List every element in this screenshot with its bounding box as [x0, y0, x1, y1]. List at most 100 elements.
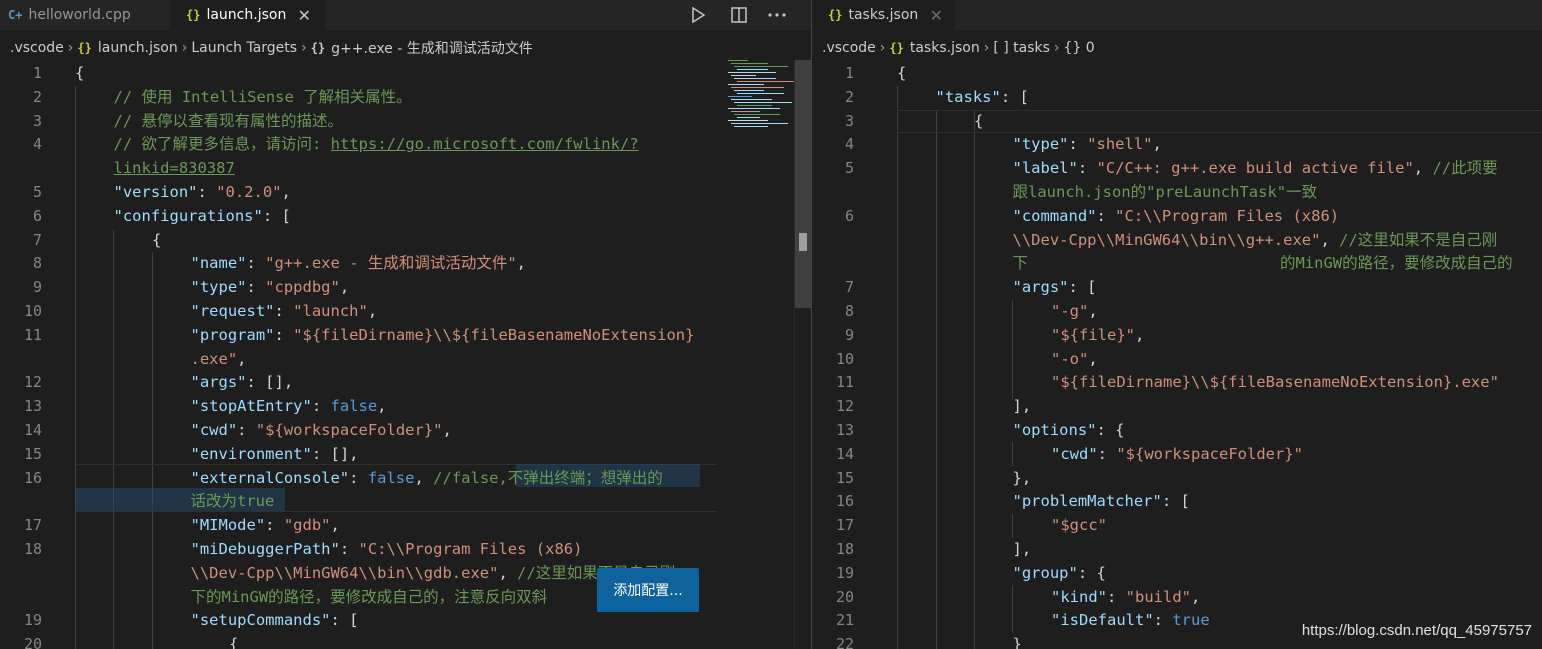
- code-token: //此项要: [1432, 159, 1498, 178]
- code-token: {: [974, 111, 984, 130]
- minimap-line: [728, 72, 776, 73]
- code-token: "type": [1012, 135, 1069, 154]
- minimap[interactable]: [724, 60, 796, 130]
- indent-guide: [1012, 585, 1013, 633]
- code-line: "MIMode": "gdb",: [191, 514, 340, 538]
- chevron-right-icon: ›: [1053, 40, 1060, 56]
- code-token: :: [1097, 444, 1117, 463]
- close-tab-icon[interactable]: ✕: [928, 6, 944, 25]
- code-token: "type": [190, 278, 247, 297]
- code-line: {: [897, 62, 906, 86]
- code-line: "${file}",: [1051, 324, 1144, 348]
- code-token: ,: [237, 349, 247, 368]
- code-token: :: [237, 421, 256, 439]
- code-token: "options": [1012, 421, 1097, 439]
- code-token: : [: [330, 611, 359, 630]
- minimap-line: [728, 108, 780, 109]
- code-token: ,: [442, 421, 452, 439]
- line-number: 3: [844, 111, 854, 130]
- code-token: "program": [190, 325, 275, 344]
- code-line: 话改为true: [191, 490, 275, 514]
- cpp-file-icon: C+: [8, 8, 23, 22]
- code-token: "launch": [293, 302, 368, 320]
- tab-label: tasks.json: [848, 7, 919, 23]
- breadcrumb-item[interactable]: Launch Targets: [191, 40, 297, 56]
- more-actions-icon[interactable]: [765, 3, 789, 27]
- code-token: {: [152, 230, 162, 249]
- tab-tasks-json[interactable]: {} tasks.json ✕: [812, 0, 955, 30]
- minimap-line: [734, 114, 780, 115]
- code-line: "configurations": [: [114, 205, 291, 229]
- code-token: \\Dev-Cpp\\MinGW64\\bin\\g++.exe": [1012, 230, 1321, 249]
- line-number: 7: [844, 278, 854, 297]
- code-area[interactable]: 1 2 3 4 5 6 7 8 9 10 11 12 13 14 15 16 1…: [0, 62, 811, 649]
- code-token: : [],: [246, 373, 294, 392]
- code-token: :: [1107, 587, 1126, 606]
- code-token: : [: [1068, 278, 1097, 297]
- line-number: 10: [23, 302, 42, 320]
- code-token: ,: [1320, 230, 1340, 249]
- minimap-line: [728, 120, 768, 121]
- breadcrumb-item[interactable]: [ ] tasks: [993, 40, 1050, 56]
- editor-tab-bar: C+ helloworld.cpp {} launch.json ✕: [0, 0, 811, 30]
- chevron-right-icon: ›: [67, 40, 74, 56]
- split-editor-icon[interactable]: [727, 3, 751, 27]
- code-line: "-o",: [1051, 348, 1098, 372]
- code-line: "label": "C/C++: g++.exe build active fi…: [1013, 157, 1498, 181]
- code-token: : [],: [311, 444, 359, 463]
- code-area[interactable]: 1 2 3 4 5 6 7 8 9 10 11 12 13 14 15 16 1…: [812, 62, 1542, 649]
- code-token: : [: [1161, 492, 1190, 511]
- line-number: 18: [835, 540, 854, 558]
- line-number: 8: [844, 302, 854, 320]
- line-number: 15: [835, 468, 854, 487]
- line-number: 9: [32, 278, 42, 297]
- add-configuration-button[interactable]: 添加配置...: [597, 568, 699, 612]
- code-line: "cwd": "${workspaceFolder}",: [191, 419, 452, 443]
- breadcrumb-item[interactable]: launch.json: [98, 40, 178, 56]
- line-number: 14: [835, 444, 854, 463]
- tasks-json-editor-pane[interactable]: {} tasks.json ✕ .vscode › {} tasks.json …: [812, 0, 1542, 649]
- breadcrumb-item[interactable]: .vscode: [822, 40, 876, 56]
- code-line: .exe",: [191, 348, 247, 372]
- run-icon[interactable]: [686, 3, 710, 27]
- code-token: "group": [1012, 563, 1078, 582]
- breadcrumb-item[interactable]: tasks.json: [910, 40, 980, 56]
- line-number: 6: [32, 206, 42, 225]
- indent-guide: [936, 110, 937, 649]
- code-token: :: [265, 516, 284, 535]
- tab-helloworld-cpp[interactable]: C+ helloworld.cpp: [0, 0, 170, 30]
- code-line: {: [974, 110, 983, 134]
- vertical-scrollbar[interactable]: [794, 60, 811, 649]
- breadcrumb-item[interactable]: g++.exe - 生成和调试活动文件: [331, 38, 533, 58]
- close-tab-icon[interactable]: ✕: [296, 6, 312, 25]
- code-line: // 欲了解更多信息，请访问: https://go.microsoft.com…: [114, 133, 639, 157]
- code-token: linkid=830387: [113, 159, 235, 178]
- code-token: {: [75, 64, 85, 82]
- launch-json-editor-pane[interactable]: C+ helloworld.cpp {} launch.json ✕ .vsco…: [0, 0, 811, 649]
- line-number: 1: [32, 64, 42, 82]
- breadcrumb-item[interactable]: {} 0: [1064, 40, 1095, 56]
- code-token: false: [367, 468, 415, 487]
- code-token: }: [1012, 635, 1022, 649]
- code-token: "miDebuggerPath": [190, 540, 340, 558]
- line-number: 9: [844, 325, 854, 344]
- line-number: 13: [23, 397, 42, 416]
- code-token: "problemMatcher": [1012, 492, 1162, 511]
- line-number: 13: [835, 421, 854, 439]
- code-token: : [: [262, 206, 291, 225]
- line-number: 16: [23, 468, 42, 487]
- line-number: 2: [32, 87, 42, 106]
- tab-launch-json[interactable]: {} launch.json ✕: [170, 0, 325, 30]
- minimap-line: [728, 96, 752, 97]
- code-token: {: [897, 64, 907, 82]
- code-line: {: [152, 229, 161, 253]
- indent-guide: [1012, 300, 1013, 400]
- line-number: 4: [32, 135, 42, 154]
- line-number: 1: [844, 64, 854, 82]
- code-line: "cwd": "${workspaceFolder}": [1051, 443, 1303, 467]
- breadcrumb-item[interactable]: .vscode: [10, 40, 64, 56]
- scrollbar-thumb[interactable]: [795, 60, 811, 308]
- code-token: "label": [1012, 159, 1078, 178]
- minimap-line: [737, 69, 768, 70]
- code-token: "externalConsole": [190, 468, 350, 487]
